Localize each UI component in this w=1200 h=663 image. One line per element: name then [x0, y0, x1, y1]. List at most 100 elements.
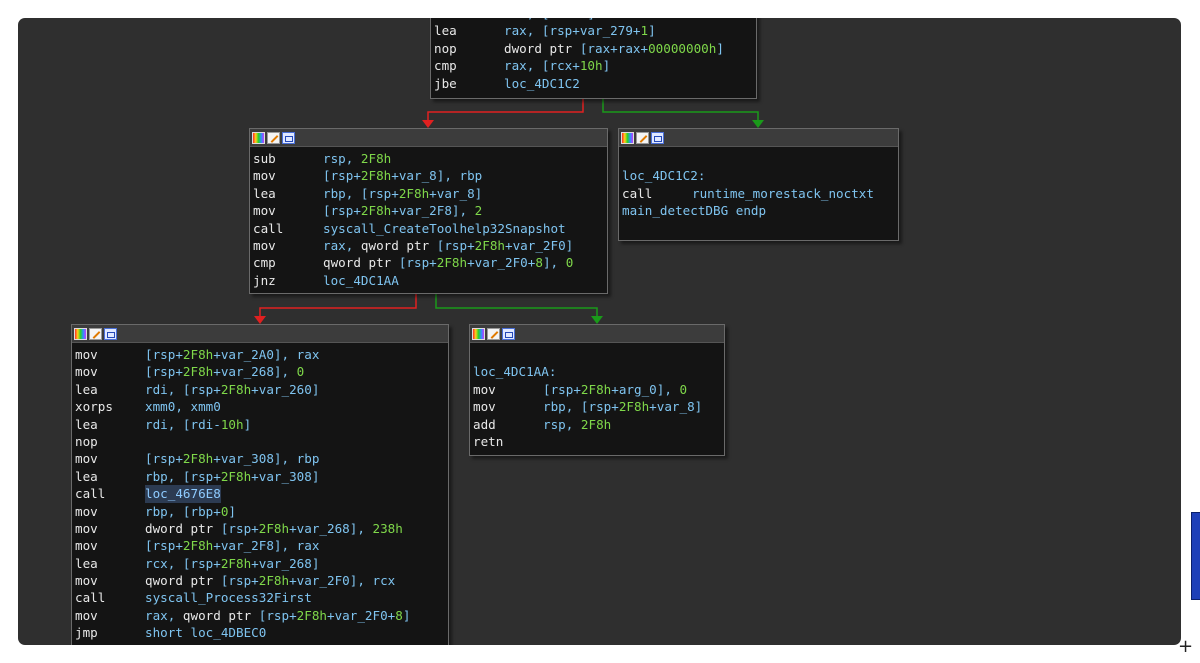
code-line[interactable]: loc_4DC1C2: — [622, 167, 895, 184]
operand-token: ], — [542, 255, 566, 271]
code-line[interactable]: mov [rsp+ 2F8h +var_8], rbp — [253, 167, 604, 184]
code-line[interactable]: add rsp, 2F8h — [473, 416, 721, 433]
code-line[interactable]: mov [rsp+ 2F8h +var_2F8], rax — [75, 537, 445, 554]
operand-token: 2F8h — [258, 573, 290, 589]
code-line[interactable]: xorps xmm0, xmm0 — [75, 398, 445, 415]
operand-token: [rsp+ — [145, 347, 183, 362]
code-line[interactable]: sub rsp, 2F8h — [253, 150, 604, 167]
operand-token: 2F8h — [398, 185, 430, 201]
operand-token[interactable]: loc_4DC1AA: — [473, 363, 556, 380]
operand-token: qword ptr — [323, 255, 399, 271]
code-lines: mov [rsp+ 2F8h +var_2A0], rax mov [rsp+ 2F8h +v… — [72, 343, 448, 644]
edit-pencil-icon[interactable] — [487, 327, 500, 340]
code-line[interactable]: mov [rsp+ 2F8h +var_2A0], rax — [75, 346, 445, 363]
code-line[interactable]: mov rax, qword ptr [rsp+ 2F8h +var_2F0+ 8] — [75, 607, 445, 624]
operand-token[interactable]: short loc_4DBEC0 — [145, 624, 266, 641]
code-line[interactable]: mov dword ptr [rsp+ 2F8h +var_268], 238h — [75, 520, 445, 537]
edit-pencil-icon[interactable] — [267, 131, 280, 144]
operand-token: [rax+rax+ — [579, 40, 649, 56]
code-line[interactable]: jmp short loc_4DBEC0 — [75, 624, 445, 641]
operand-token: 0 — [565, 255, 574, 271]
operand-token[interactable]: syscall_CreateToolhelp32Snapshot — [323, 220, 566, 237]
code-line[interactable]: mov rbp, [rbp+ 0] — [75, 503, 445, 520]
code-line[interactable]: mov [rsp+ 2F8h +var_268], 0 — [75, 363, 445, 380]
color-palette-icon[interactable] — [472, 327, 485, 340]
code-line[interactable]: call runtime_morestack_noctxt — [622, 185, 895, 202]
operand-token: +var_308] — [251, 468, 320, 484]
code-line[interactable]: lea rcx, [rsp+ 2F8h +var_268] — [75, 555, 445, 572]
code-line[interactable]: jbe loc_4DC1C2 — [434, 75, 753, 92]
operand-token: +var_268], — [213, 364, 297, 380]
code-line[interactable]: call syscall_CreateToolhelp32Snapshot — [253, 220, 604, 237]
operand-token: [rsp+ — [398, 255, 437, 271]
operand-token: +var_2F8], rax — [213, 538, 320, 554]
code-block-loc-4dc1c2[interactable]: loc_4DC1C2: call runtime_morestack_noctxt m… — [618, 128, 899, 241]
edit-pencil-icon[interactable] — [89, 327, 102, 340]
edge-arrowhead — [591, 316, 603, 324]
highlighted-symbol[interactable]: loc_4676E8 — [145, 485, 221, 503]
code-block-main-detectdbg[interactable]: sub rsp, 2F8h mov [rsp+ 2F8h +var_8], rbp lea r… — [249, 128, 608, 294]
code-line[interactable]: jnz loc_4DC1AA — [253, 272, 604, 289]
edge-jnz-true — [435, 293, 598, 317]
operand-token: +var_2F8], — [391, 203, 475, 219]
code-line[interactable]: call loc_4676E8 — [75, 485, 445, 503]
graph-view-icon[interactable] — [282, 131, 295, 144]
code-line[interactable]: cmp rax, [rcx+ 10h] — [434, 57, 753, 74]
operand-token[interactable]: syscall_Process32First — [145, 589, 312, 606]
code-line[interactable]: mov [rsp+ 2F8h +var_308], rbp — [75, 450, 445, 467]
code-block-loc-4dc1aa[interactable]: loc_4DC1AA: mov [rsp+ 2F8h +arg_0], 0 mov rbp,… — [469, 324, 725, 456]
code-line[interactable]: lea rax, [rsp+var_279+ 1] — [434, 22, 753, 39]
operand-token: 2F8h — [580, 381, 612, 397]
code-line[interactable]: nop dword ptr [rax+rax+ 00000000h] — [434, 40, 753, 57]
code-line[interactable]: retn — [473, 433, 721, 450]
color-palette-icon[interactable] — [252, 131, 265, 144]
code-line[interactable]: mov [rsp+ 2F8h +var_2F8], 2 — [253, 202, 604, 219]
operand-token[interactable]: loc_4DC1C2: — [622, 167, 705, 184]
code-line[interactable] — [622, 150, 895, 167]
code-line[interactable]: nop — [75, 433, 445, 450]
code-block-process32first[interactable]: mov [rsp+ 2F8h +var_2A0], rax mov [rsp+ 2F8h +v… — [71, 324, 449, 645]
graph-view-icon[interactable] — [502, 327, 515, 340]
operand-token: rax, [rcx+ — [504, 58, 580, 74]
operand-token: 2F8h — [182, 364, 214, 380]
operand-token: ] — [228, 503, 237, 519]
code-line[interactable]: mov qword ptr [rsp+ 2F8h +var_2F0], rcx — [75, 572, 445, 589]
operand-token: ] — [402, 607, 411, 623]
code-line[interactable]: lea rbp, [rsp+ 2F8h +var_8] — [253, 185, 604, 202]
operand-token: 2F8h — [182, 451, 214, 467]
code-line[interactable]: call syscall_Process32First — [75, 589, 445, 606]
code-line[interactable]: cmp qword ptr [rsp+ 2F8h +var_2F0+ 8], 0 — [253, 254, 604, 271]
operand-token: rcx, [rsp+ — [145, 555, 221, 571]
mnemonic: mov — [253, 203, 276, 219]
operand-token[interactable]: loc_4DC1C2 — [504, 75, 580, 92]
code-line[interactable]: loc_4DC1AA: — [473, 363, 721, 380]
code-line[interactable]: mov rax, qword ptr [rsp+ 2F8h +var_2F0] — [253, 237, 604, 254]
code-line[interactable] — [473, 346, 721, 363]
code-line[interactable]: mov [rsp+ 2F8h +arg_0], 0 — [473, 381, 721, 398]
code-line[interactable]: lea rdi, [rdi- 10h] — [75, 416, 445, 433]
code-block-top[interactable]: movrax, [rcx-8]learax, [rsp+var_279+1]no… — [430, 18, 757, 99]
code-line[interactable]: lea rbp, [rsp+ 2F8h +var_308] — [75, 468, 445, 485]
code-line[interactable]: lea rdi, [rsp+ 2F8h +var_260] — [75, 381, 445, 398]
mnemonic: mov — [75, 451, 98, 467]
mnemonic: lea — [253, 185, 276, 201]
mnemonic: call — [253, 220, 284, 236]
graph-view-window[interactable]: movrax, [rcx-8]learax, [rsp+var_279+1]no… — [18, 18, 1181, 645]
operand-token[interactable]: runtime_morestack_noctxt — [692, 185, 874, 202]
color-palette-icon[interactable] — [74, 327, 87, 340]
graph-view-icon[interactable] — [651, 131, 664, 144]
graph-view-icon[interactable] — [104, 327, 117, 340]
code-line[interactable]: main_detectDBG endp — [622, 202, 895, 219]
operand-token[interactable]: main_detectDBG endp — [622, 202, 766, 219]
operand-token[interactable]: loc_4DC1AA — [323, 272, 399, 289]
mnemonic: lea — [75, 416, 98, 432]
code-line[interactable]: mov rbp, [rsp+ 2F8h +var_8] — [473, 398, 721, 415]
mnemonic: lea — [434, 23, 457, 39]
mnemonic: jbe — [434, 75, 457, 91]
operand-token: 8 — [535, 255, 543, 271]
operand-token: [rsp+ — [436, 237, 475, 253]
operand-token: 2F8h — [258, 520, 290, 536]
operand-token: 1 — [640, 23, 649, 39]
edit-pencil-icon[interactable] — [636, 131, 649, 144]
color-palette-icon[interactable] — [621, 131, 634, 144]
